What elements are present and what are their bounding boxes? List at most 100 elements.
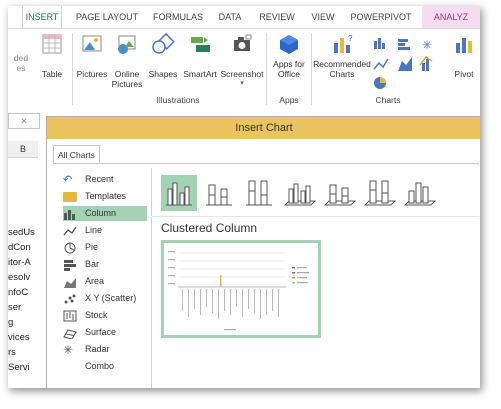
cell-text[interactable]: nfoC <box>8 287 28 298</box>
category-surface[interactable]: Surface <box>63 325 147 340</box>
recommended-charts-label-1: Recommended <box>313 59 371 69</box>
category-column[interactable]: Column <box>63 206 147 221</box>
cell-text[interactable]: itor-A <box>8 257 31 268</box>
tab-analyze[interactable]: ANALYZ <box>422 6 480 28</box>
subtype-clustered-column[interactable] <box>161 175 197 211</box>
recommended-pivottables-sub: es <box>16 63 26 73</box>
tab-data[interactable]: DATA <box>212 6 248 28</box>
column-chart-icon <box>63 208 77 220</box>
chart-gallery-icons[interactable]: ✳ <box>372 35 444 91</box>
recommended-pivottables-button[interactable]: ded es <box>8 53 34 73</box>
group-apps: Apps <box>279 95 299 105</box>
dialog-title: Insert Chart <box>47 117 480 139</box>
category-stock[interactable]: Stock <box>63 308 147 323</box>
separator <box>266 33 267 105</box>
category-label: X Y (Scatter) <box>85 293 137 303</box>
tab-review[interactable]: REVIEW <box>254 6 300 28</box>
excel-window: INSERT PAGE LAYOUT FORMULAS DATA REVIEW … <box>8 6 480 388</box>
group-charts: Charts <box>375 95 401 105</box>
pie-chart-icon <box>63 242 77 254</box>
pivotchart-label: Pivot <box>454 69 474 79</box>
name-box[interactable]: ✕ <box>8 113 40 129</box>
recommended-charts-button[interactable]: ? Recommended Charts <box>312 33 372 79</box>
table-button[interactable]: Table <box>36 33 68 79</box>
subtype-3d-clustered-column[interactable] <box>281 175 317 211</box>
radar-chart-icon: ✳ <box>63 342 74 357</box>
recommended-charts-icon: ? <box>334 34 353 53</box>
chart-preview-thumbnail <box>168 251 309 331</box>
folder-icon <box>63 191 77 202</box>
tab-formulas[interactable]: FORMULAS <box>148 6 208 28</box>
cell-text[interactable]: rs <box>8 347 16 358</box>
smartart-button[interactable]: SmartArt <box>180 33 220 79</box>
shapes-label: Shapes <box>148 69 178 79</box>
category-label: Radar <box>85 344 110 354</box>
category-label: Area <box>85 276 105 286</box>
surface-chart-icon <box>63 327 77 340</box>
camera-icon <box>234 34 252 51</box>
category-area[interactable]: Area <box>63 274 147 289</box>
smartart-label: SmartArt <box>183 69 217 79</box>
category-bar[interactable]: Bar <box>63 257 147 272</box>
line-chart-icon <box>373 58 389 70</box>
category-radar[interactable]: ✳ Radar <box>63 342 147 357</box>
cell-text[interactable]: g <box>8 317 13 328</box>
category-line[interactable]: Line <box>63 223 147 238</box>
table-label: Table <box>41 69 63 79</box>
category-templates[interactable]: Templates <box>63 189 147 204</box>
line-chart-icon <box>63 225 77 237</box>
category-recent[interactable]: ↶ Recent <box>63 172 147 187</box>
category-label: Surface <box>85 327 117 337</box>
tab-powerpivot[interactable]: POWERPIVOT <box>346 6 416 28</box>
category-label: Stock <box>85 310 108 320</box>
cell-text[interactable]: dCon <box>8 242 31 253</box>
stacked-column-icon <box>206 184 232 206</box>
subtype-100-stacked-column[interactable] <box>241 175 277 211</box>
subtype-3d-column[interactable] <box>401 175 437 211</box>
category-pie[interactable]: Pie <box>63 240 147 255</box>
tab-insert[interactable]: INSERT <box>22 6 62 28</box>
category-label: Combo <box>85 361 115 369</box>
ribbon-insert: ded es Table Pictures Online Pictures Sh… <box>8 28 480 112</box>
pictures-label: Pictures <box>76 69 108 79</box>
pivotchart-icon <box>456 38 472 53</box>
separator <box>72 33 73 105</box>
recommended-charts-label-2: Charts <box>329 69 355 79</box>
table-icon <box>42 34 62 54</box>
category-combo[interactable]: Combo <box>63 359 147 369</box>
apps-for-office-button[interactable]: Apps for Office <box>268 33 310 79</box>
chart-preview[interactable] <box>161 240 321 338</box>
pictures-button[interactable]: Pictures <box>76 33 108 79</box>
apps-for-office-label-2: Office <box>277 69 301 79</box>
cell-text[interactable]: Servi <box>8 362 30 373</box>
recommended-pivottables-label: ded <box>13 53 29 63</box>
column-header-b[interactable]: B <box>8 141 38 158</box>
dropdown-arrow-icon: ▾ <box>240 80 244 87</box>
divider <box>151 168 152 388</box>
3d-clustered-column-icon <box>283 183 317 206</box>
bar-chart-icon <box>398 39 410 50</box>
subtype-3d-stacked-column[interactable] <box>321 175 357 211</box>
3d-column-icon <box>403 182 437 206</box>
tab-view[interactable]: VIEW <box>306 6 340 28</box>
svg-text:?: ? <box>348 34 353 43</box>
cell-text[interactable]: vices <box>8 332 30 343</box>
apps-for-office-label-1: Apps for <box>273 59 305 69</box>
cell-text[interactable]: esolv <box>8 272 30 283</box>
shapes-icon <box>152 33 175 54</box>
category-label: Pie <box>85 242 99 252</box>
dialog-body: ↶ Recent Templates Column Line Pie Bar Ar… <box>53 163 479 388</box>
screenshot-button[interactable]: Screenshot ▾ <box>220 33 264 89</box>
group-illustrations: Illustrations <box>156 95 200 105</box>
tab-all-charts[interactable]: All Charts <box>53 145 100 164</box>
cell-text[interactable]: sedUs <box>8 227 35 238</box>
cell-text[interactable]: ser <box>8 302 21 313</box>
shapes-button[interactable]: Shapes <box>146 33 180 79</box>
tab-page-layout[interactable]: PAGE LAYOUT <box>70 6 144 28</box>
subtype-stacked-column[interactable] <box>201 175 237 211</box>
subtype-3d-100-stacked-column[interactable] <box>361 175 397 211</box>
category-xy-scatter[interactable]: X Y (Scatter) <box>63 291 147 306</box>
3d-stacked-column-icon <box>323 184 357 206</box>
online-pictures-button[interactable]: Online Pictures <box>110 33 144 89</box>
pivotchart-button[interactable]: Pivot <box>448 33 480 79</box>
